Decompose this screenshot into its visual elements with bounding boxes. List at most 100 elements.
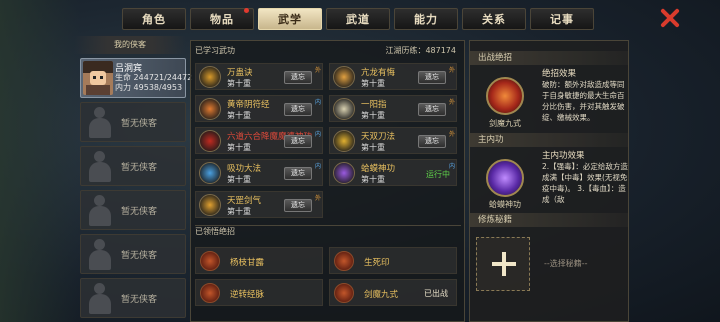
skill-name: 天罡剑气 [227,196,262,206]
tab-journal[interactable]: 记事 [530,8,594,30]
skill-icon [199,162,221,184]
skill-icon [199,98,221,120]
skill-item[interactable]: 一阳指 第十重 遗忘外 [329,95,457,122]
skill-icon [333,66,355,88]
skill-icon [199,130,221,152]
forget-button[interactable]: 遗忘 [284,167,312,180]
skill-type-tag: 内 [314,131,321,138]
tab-martial-way[interactable]: 武道 [326,8,390,30]
skill-type-tag: 内 [448,163,455,170]
skill-level: 第十重 [227,207,251,216]
notification-dot [244,8,249,13]
move-item[interactable]: 逆转经脉 [195,279,323,306]
skill-item[interactable]: 六道六合降魔魔婆神功 第十重 遗忘内 [195,127,323,154]
skill-level: 第十重 [361,143,385,152]
skill-type-tag: 内 [314,163,321,170]
skill-level: 第十重 [227,175,251,184]
empty-avatar-icon [89,283,111,314]
learned-header: 已学习武功 [195,46,235,55]
forget-button[interactable]: 遗忘 [284,71,312,84]
skill-type-tag: 外 [314,67,321,74]
tab-abilities[interactable]: 能力 [394,8,458,30]
martial-arts-panel: 已学习武功 江湖历练：487174 万蛊诀 第十重 遗忘外亢龙有悔 第十重 遗忘外黄帝阴… [190,40,465,322]
main-effect-title: 主内功效果 [542,151,585,161]
skill-item[interactable]: 吸功大法 第十重 遗忘内 [195,159,323,186]
skill-item[interactable]: 亢龙有悔 第十重 遗忘外 [329,63,457,90]
main-skill-icon[interactable] [486,159,524,197]
move-icon [200,251,220,271]
hero-slot-empty[interactable]: 暂无侠客 [80,190,186,230]
skill-name: 万蛊诀 [227,68,253,78]
skill-type-tag: 外 [448,67,455,74]
forget-button[interactable]: 遗忘 [418,71,446,84]
skill-level: 第十重 [361,79,385,88]
hero-slot-empty[interactable]: 暂无侠客 [80,146,186,186]
battle-effect-text: 破防：额外对敌造成等同于自身敏捷的最大生命百分比伤害，并对其触发破绽、缴械效果。 [542,80,625,122]
tab-bar: 角色 物品 武学 武道 能力 关系 记事 [122,8,594,30]
move-item[interactable]: 剑魔九式 已出战 [329,279,457,306]
choose-manual-label: --选择秘籍-- [544,259,588,268]
skill-icon [333,130,355,152]
tab-martial-arts[interactable]: 武学 [258,8,322,30]
skill-item[interactable]: 黄帝阴符经 第十重 遗忘内 [195,95,323,122]
close-icon[interactable] [657,6,683,30]
forget-button[interactable]: 遗忘 [284,103,312,116]
skill-icon [199,66,221,88]
forget-button[interactable]: 遗忘 [418,135,446,148]
move-item[interactable]: 杨枝甘露 [195,247,323,274]
tab-character[interactable]: 角色 [122,8,186,30]
skill-type-tag: 内 [314,99,321,106]
skill-type-tag: 外 [448,131,455,138]
forget-button[interactable]: 遗忘 [418,103,446,116]
battle-move-header: 出战绝招 [470,51,628,65]
main-skill-header: 主内功 [470,133,628,147]
empty-avatar-icon [89,239,111,270]
skill-type-tag: 外 [448,99,455,106]
skill-item[interactable]: 蛤蟆神功 第十重 运行中内 [329,159,457,186]
main-skill-name: 蛤蟆神功 [489,200,521,209]
skill-level: 第十重 [361,111,385,120]
tab-items[interactable]: 物品 [190,8,254,30]
main-effect-text: 2.【强毒】：必定给敌方造成满【中毒】效果(无视免疫中毒)。 3.【毒血】：造成… [542,162,628,204]
battle-move-name: 剑魔九式 [489,119,521,128]
move-icon [334,283,354,303]
skill-level: 第十重 [227,79,251,88]
hero-list-title: 我的侠客 [74,36,186,54]
skill-item[interactable]: 天双刀法 第十重 遗忘外 [329,127,457,154]
skill-name: 天双刀法 [361,132,396,142]
hero-list: 我的侠客 吕洞宾 生命 244721/24472 内力 49538/4953 暂… [74,36,192,322]
skill-name: 黄帝阴符经 [227,100,270,110]
skill-item[interactable]: 天罡剑气 第十重 遗忘外 [195,191,323,218]
add-manual-button[interactable] [476,237,530,291]
hero-mp: 内力 49538/4953 [115,83,183,92]
skill-item[interactable]: 万蛊诀 第十重 遗忘外 [195,63,323,90]
move-icon [200,283,220,303]
skill-name: 一阳指 [361,100,387,110]
battle-effect-title: 绝招效果 [542,69,577,79]
skill-icon [333,98,355,120]
battle-move-icon[interactable] [486,77,524,115]
hero-slot-empty[interactable]: 暂无侠客 [80,102,186,142]
running-status: 运行中 [426,170,450,179]
hero-slot-empty[interactable]: 暂无侠客 [80,234,186,274]
skill-level: 第十重 [227,111,251,120]
plus-icon [492,252,516,276]
background-foliage [0,0,80,322]
skill-icon [199,194,221,216]
forget-button[interactable]: 遗忘 [284,199,312,212]
hero-slot-selected[interactable]: 吕洞宾 生命 244721/24472 内力 49538/4953 [80,58,192,98]
jianghu-experience: 江湖历练：487174 [385,46,456,55]
hero-slot-empty[interactable]: 暂无侠客 [80,278,186,318]
empty-avatar-icon [89,195,111,226]
skill-level: 第十重 [227,143,251,152]
empty-avatar-icon [89,107,111,138]
avatar [83,61,113,95]
skill-type-tag: 外 [314,195,321,202]
detail-panel: 出战绝招 剑魔九式 绝招效果 破防：额外对敌造成等同于自身敏捷的最大生命百分比伤… [469,40,629,322]
skill-icon [333,162,355,184]
move-item[interactable]: 生死印 [329,247,457,274]
skill-name: 亢龙有悔 [361,68,396,78]
empty-avatar-icon [89,151,111,182]
tab-relations[interactable]: 关系 [462,8,526,30]
forget-button[interactable]: 遗忘 [284,135,312,148]
